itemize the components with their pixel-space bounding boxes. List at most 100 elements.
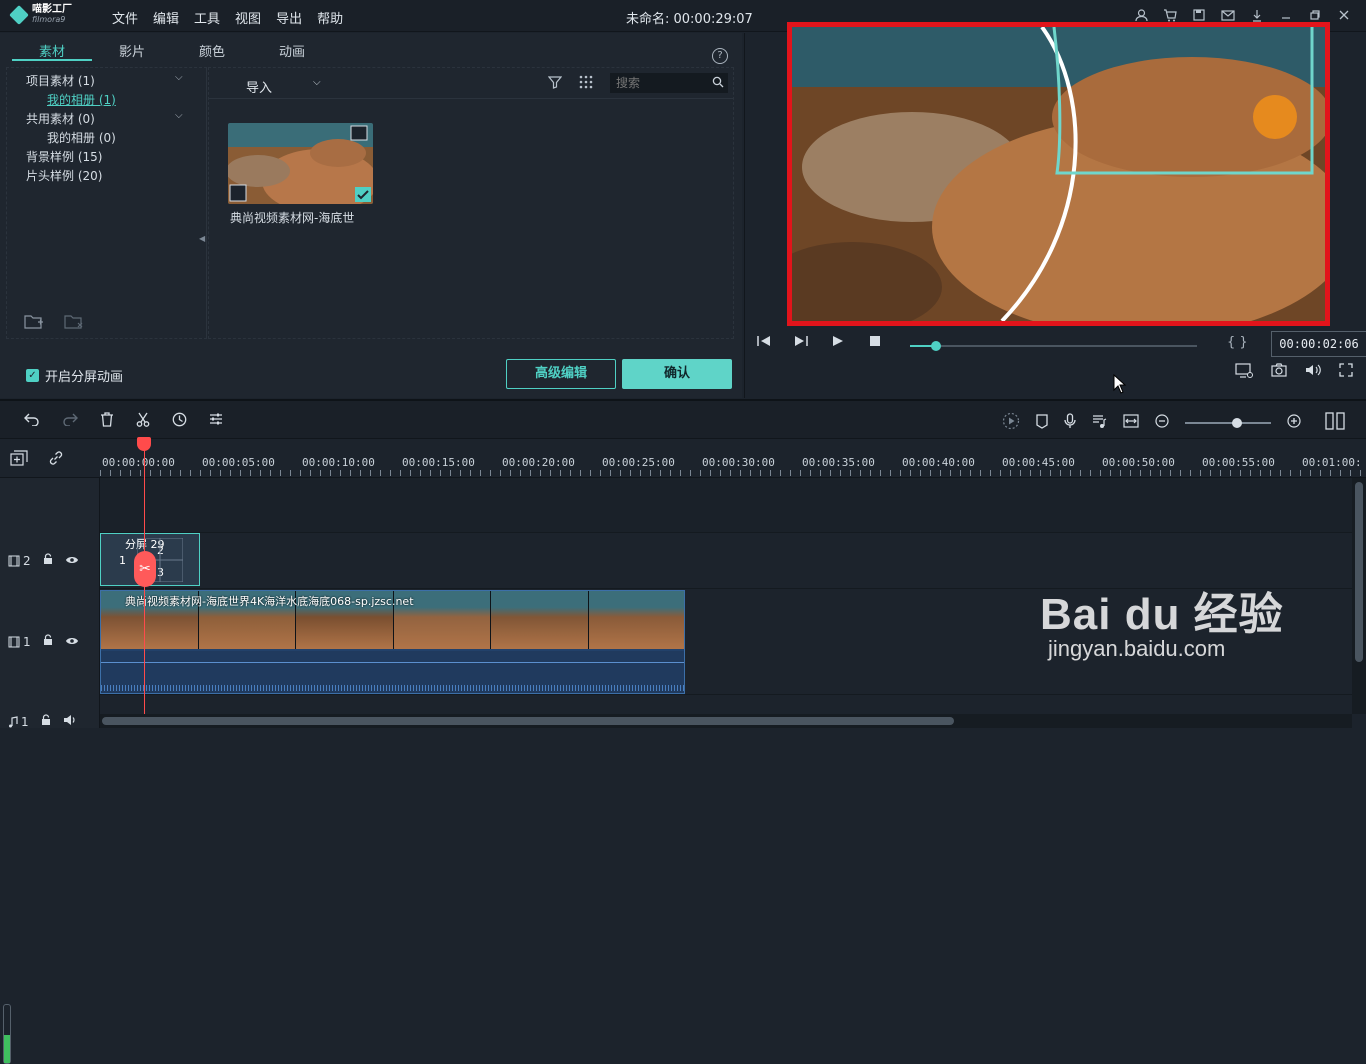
timeline-ruler[interactable]: 00:00:00:00 00:00:05:00 00:00:10:00 00:00:1…: [0, 440, 1366, 478]
restore-icon[interactable]: [1307, 7, 1323, 23]
eye-icon[interactable]: [65, 554, 79, 568]
tree-title-samples[interactable]: 片头样例 (20): [26, 167, 102, 184]
progress-knob[interactable]: [930, 341, 941, 351]
media-tabs: 素材 影片 颜色 动画: [12, 41, 712, 61]
menu-view[interactable]: 视图: [235, 8, 261, 27]
tree-background-samples[interactable]: 背景样例 (15): [26, 148, 102, 165]
zoom-out-icon[interactable]: [1155, 414, 1169, 432]
preview-video[interactable]: [787, 22, 1330, 326]
split-animation-toggle[interactable]: ✓ 开启分屏动画: [26, 366, 123, 385]
collapse-arrow-icon[interactable]: ◀: [199, 234, 205, 243]
menu-help[interactable]: 帮助: [317, 8, 343, 27]
chevron-down-icon[interactable]: ⌵: [175, 110, 183, 121]
link-icon[interactable]: [48, 450, 64, 470]
logo-icon: [9, 5, 29, 25]
search-input[interactable]: [610, 73, 728, 93]
zoom-knob[interactable]: [1232, 418, 1242, 428]
microphone-icon[interactable]: [1064, 413, 1076, 433]
zoom-slider[interactable]: [1185, 418, 1271, 428]
ruler-tick-label: 00:00:25:00: [602, 456, 675, 469]
tree-my-album-1[interactable]: 我的相册 (1): [47, 91, 116, 108]
app-logo: 喵影工厂 filmora9: [9, 4, 72, 25]
next-frame-icon[interactable]: [794, 335, 808, 351]
advanced-edit-button[interactable]: 高级编辑: [506, 359, 616, 389]
track-1-controls: 1: [8, 634, 79, 649]
save-icon[interactable]: [1191, 7, 1207, 23]
tree-project-media[interactable]: 项目素材 (1): [26, 72, 95, 89]
import-button[interactable]: 导入: [246, 77, 272, 96]
logo-name: 喵影工厂: [32, 4, 72, 15]
tree-my-album-2[interactable]: 我的相册 (0): [47, 129, 116, 146]
display-settings-icon[interactable]: [1235, 363, 1253, 382]
menu-file[interactable]: 文件: [112, 8, 138, 27]
play-icon[interactable]: [832, 335, 844, 351]
stop-icon[interactable]: [869, 335, 881, 351]
tab-media[interactable]: 素材: [12, 41, 92, 61]
eye-icon[interactable]: [65, 635, 79, 649]
undo-icon[interactable]: [24, 412, 40, 431]
speaker-icon[interactable]: [63, 714, 77, 729]
volume-icon[interactable]: [1305, 363, 1321, 382]
help-icon[interactable]: ?: [712, 48, 728, 64]
fit-timeline-icon[interactable]: [1123, 414, 1139, 432]
mark-in-out-icon[interactable]: { }: [1227, 335, 1248, 350]
add-track-icon[interactable]: [10, 450, 28, 470]
confirm-button[interactable]: 确认: [622, 359, 732, 389]
mail-icon[interactable]: [1220, 7, 1236, 23]
marker-icon[interactable]: [1036, 413, 1048, 433]
video-clip[interactable]: 典尚视频素材网-海底世界4K海洋水底海底068-sp.jzsc.net: [100, 590, 685, 694]
scissors-icon[interactable]: [136, 412, 150, 431]
tab-colors[interactable]: 颜色: [172, 41, 252, 61]
render-icon[interactable]: [1002, 412, 1020, 434]
lock-icon[interactable]: [43, 634, 53, 649]
speed-icon[interactable]: [172, 412, 187, 431]
ruler-tick-label: 00:00:20:00: [502, 456, 575, 469]
menu-tools[interactable]: 工具: [194, 8, 220, 27]
vertical-scrollbar[interactable]: [1352, 478, 1366, 714]
chevron-down-icon[interactable]: ⌵: [313, 77, 321, 88]
preview-timecode: 00:00:02:06: [1271, 331, 1366, 357]
playhead-handle[interactable]: [137, 437, 151, 451]
ruler-tick-label: 00:00:15:00: [402, 456, 475, 469]
clip-frame: [588, 591, 684, 649]
search-icon[interactable]: [712, 76, 724, 91]
user-icon[interactable]: [1133, 7, 1149, 23]
lock-icon[interactable]: [41, 714, 51, 729]
fullscreen-icon[interactable]: [1339, 363, 1353, 382]
baidu-watermark: Bai du 经验 jingyan.baidu.com: [1040, 578, 1284, 662]
track-2-controls: 2: [8, 553, 79, 568]
delete-icon[interactable]: [100, 412, 114, 431]
delete-folder-icon[interactable]: [64, 313, 84, 333]
new-folder-icon[interactable]: [24, 313, 44, 333]
chevron-down-icon[interactable]: ⌵: [175, 72, 183, 83]
menu-edit[interactable]: 编辑: [153, 8, 179, 27]
download-icon[interactable]: [1249, 7, 1265, 23]
split-scissors-icon[interactable]: ✂: [134, 551, 156, 587]
track-headers: 2 1 1: [0, 478, 100, 1064]
prev-frame-icon[interactable]: [757, 335, 771, 351]
minimize-icon[interactable]: [1278, 7, 1294, 23]
filter-icon[interactable]: [547, 75, 563, 93]
horizontal-scrollbar[interactable]: [100, 714, 1352, 728]
checkbox-icon[interactable]: ✓: [26, 369, 39, 382]
adjust-icon[interactable]: [209, 412, 223, 431]
split-view-icon[interactable]: [1325, 412, 1345, 434]
redo-icon[interactable]: [62, 412, 78, 431]
close-icon[interactable]: [1336, 7, 1352, 23]
media-thumbnail[interactable]: [228, 123, 373, 204]
window-controls: [1133, 7, 1352, 23]
track-1-label: 1: [23, 634, 31, 649]
video-clip-name: 典尚视频素材网-海底世界4K海洋水底海底068-sp.jzsc.net: [125, 595, 414, 608]
tree-shared-media[interactable]: 共用素材 (0): [26, 110, 95, 127]
grid-view-icon[interactable]: [579, 75, 593, 93]
snapshot-icon[interactable]: [1271, 363, 1287, 382]
menu-export[interactable]: 导出: [276, 8, 302, 27]
tab-animations[interactable]: 动画: [252, 41, 332, 61]
clip-frame: [491, 591, 589, 649]
cart-icon[interactable]: [1162, 7, 1178, 23]
lock-icon[interactable]: [43, 553, 53, 568]
tab-movies[interactable]: 影片: [92, 41, 172, 61]
zoom-in-icon[interactable]: [1287, 414, 1301, 432]
playback-progress[interactable]: [910, 341, 1197, 351]
voiceover-icon[interactable]: [1092, 414, 1107, 433]
